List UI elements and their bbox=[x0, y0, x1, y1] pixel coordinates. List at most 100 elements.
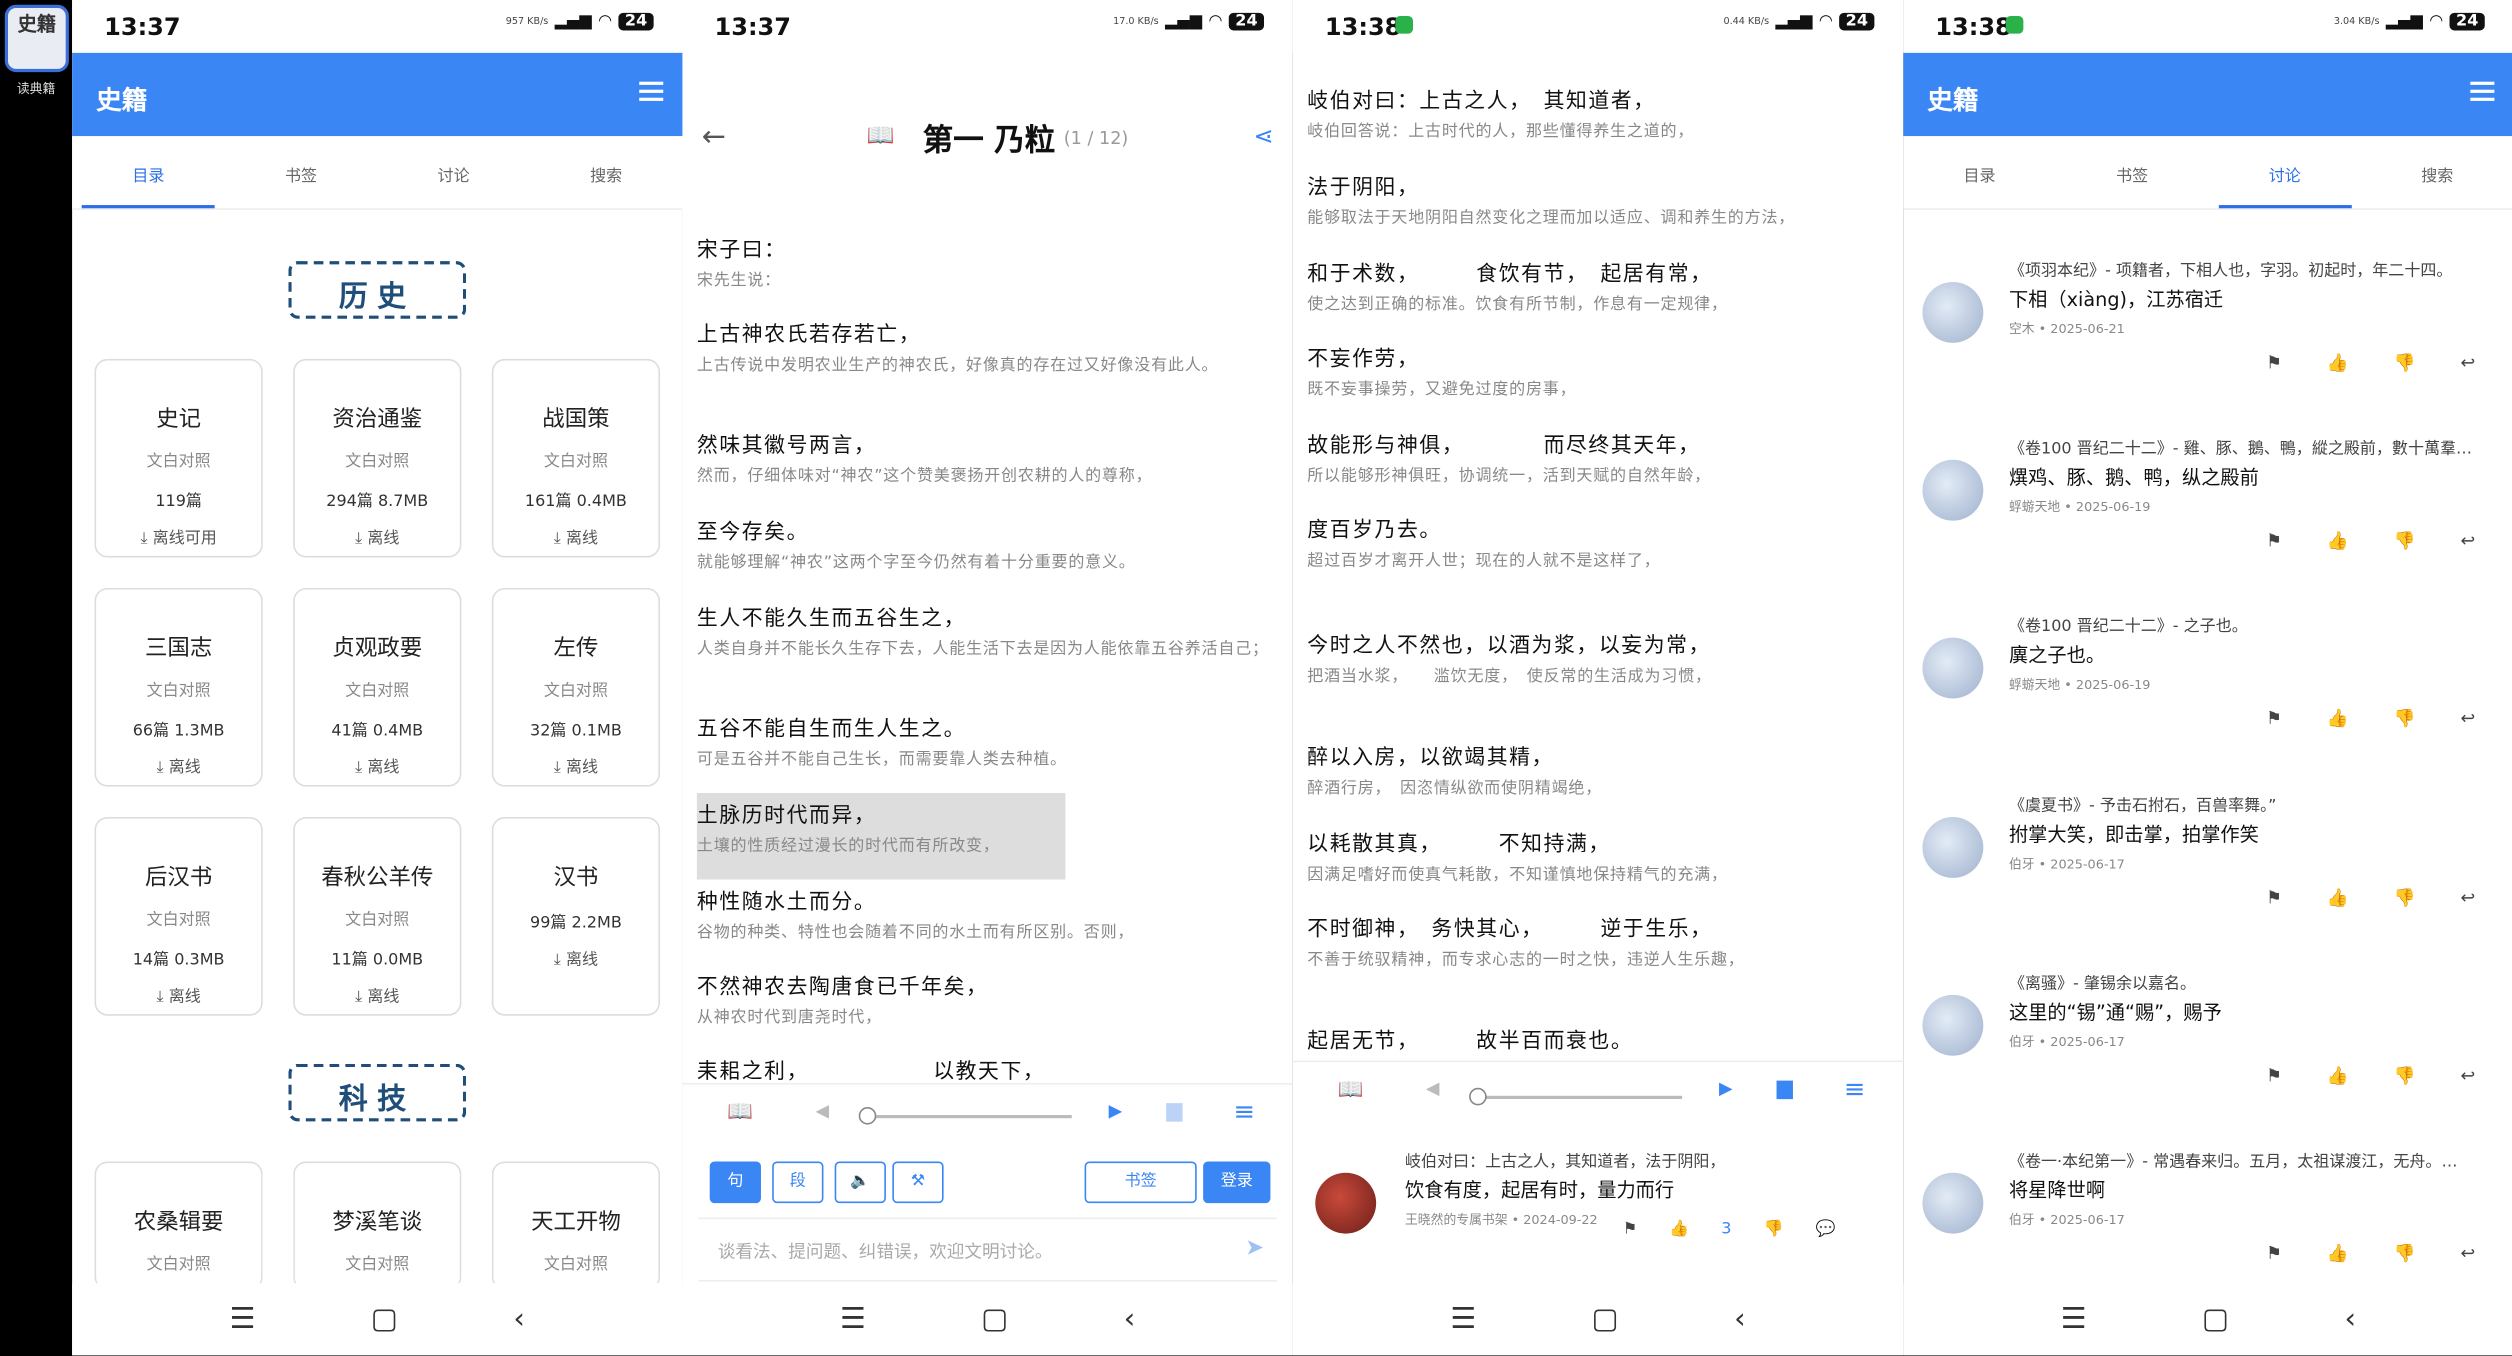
paragraph-button[interactable]: 段 bbox=[772, 1161, 824, 1204]
book-card[interactable]: 战国策 文白对照 161篇 0.4MB ⤓ 离线 bbox=[491, 358, 661, 558]
recents-icon[interactable]: ☰ bbox=[2061, 1302, 2087, 1336]
thumb-up-icon[interactable]: 👍 bbox=[2327, 1065, 2349, 1086]
original-text[interactable]: 法于阴阳， bbox=[1307, 170, 1893, 200]
book-card[interactable]: 资治通鉴 文白对照 294篇 8.7MB ⤓ 离线 bbox=[293, 358, 462, 558]
thumb-down-icon[interactable]: 👎 bbox=[2394, 530, 2416, 551]
book-card[interactable]: 春秋公羊传 文白对照 11篇 0.0MB ⤓ 离线 bbox=[293, 817, 462, 1016]
thumb-up-icon[interactable]: 👍 bbox=[2327, 1243, 2349, 1264]
thumb-up-icon[interactable]: 👍 bbox=[2327, 708, 2349, 729]
book-card[interactable]: 农桑辑要文白对照58篇 0.2MB bbox=[94, 1161, 263, 1290]
flag-icon[interactable]: ⚑ bbox=[2266, 352, 2282, 373]
original-text[interactable]: 然味其徽号两言， bbox=[697, 428, 1283, 458]
progress-slider[interactable] bbox=[866, 1115, 1072, 1119]
avatar[interactable] bbox=[1922, 281, 1984, 343]
reply-icon[interactable]: 💬 bbox=[1816, 1221, 1836, 1239]
reply-icon[interactable]: ↩ bbox=[2460, 1243, 2475, 1264]
flag-icon[interactable]: ⚑ bbox=[2266, 1243, 2282, 1264]
book-icon[interactable]: 📖 bbox=[727, 1101, 753, 1125]
original-text[interactable]: 今时之人不然也，以酒为浆，以妄为常， bbox=[1307, 628, 1893, 658]
slider-knob[interactable] bbox=[1469, 1087, 1487, 1106]
flag-icon[interactable]: ⚑ bbox=[1623, 1221, 1637, 1239]
prev-icon[interactable]: ◀ bbox=[815, 1101, 829, 1122]
offline-button[interactable]: ⤓ 离线 bbox=[295, 524, 460, 548]
avatar[interactable] bbox=[1922, 994, 1984, 1056]
offline-button[interactable]: ⤓ 离线 bbox=[493, 524, 658, 548]
book-icon[interactable]: 📖 bbox=[1338, 1078, 1364, 1102]
thumb-down-icon[interactable]: 👎 bbox=[2394, 1243, 2416, 1264]
home-icon[interactable]: ▢ bbox=[1592, 1302, 1619, 1336]
original-text[interactable]: 不时御神， 务快其心， 逆于生乐， bbox=[1307, 912, 1893, 942]
thumb-down-icon[interactable]: 👎 bbox=[2394, 352, 2416, 373]
original-text[interactable]: 和于术数， 食饮有节， 起居有常， bbox=[1307, 256, 1893, 287]
back-icon[interactable]: ‹ bbox=[513, 1302, 525, 1336]
login-button[interactable]: 登录 bbox=[1203, 1161, 1271, 1204]
original-text[interactable]: 宋子曰： bbox=[697, 232, 1283, 263]
recents-icon[interactable]: ☰ bbox=[840, 1302, 866, 1336]
recents-icon[interactable]: ☰ bbox=[230, 1302, 256, 1336]
flag-icon[interactable]: ⚑ bbox=[2266, 708, 2282, 729]
reply-icon[interactable]: ↩ bbox=[2460, 530, 2475, 551]
thumb-down-icon[interactable]: 👎 bbox=[2394, 708, 2416, 729]
comment-input[interactable]: 谈看法、提问题、纠错误，欢迎文明讨论。 bbox=[718, 1238, 1053, 1264]
original-text[interactable]: 不然神农去陶唐食已千年矣， bbox=[697, 969, 1283, 1000]
avatar[interactable] bbox=[1922, 1172, 1984, 1234]
thumb-down-icon[interactable]: 👎 bbox=[2394, 1065, 2416, 1086]
next-icon[interactable]: ▶ bbox=[1109, 1101, 1123, 1122]
tab-bookmarks[interactable]: 书签 bbox=[2056, 136, 2209, 208]
tab-catalog[interactable]: 目录 bbox=[1903, 136, 2056, 208]
offline-button[interactable]: ⤓ 离线 bbox=[295, 982, 460, 1006]
book-card[interactable]: 天工开物文白对照19篇 0.2MB bbox=[491, 1161, 661, 1290]
audio-button[interactable]: 🔈 bbox=[834, 1161, 886, 1204]
next-icon[interactable]: ▶ bbox=[1719, 1078, 1733, 1099]
offline-button[interactable]: ⤓ 离线 bbox=[96, 982, 261, 1006]
avatar[interactable] bbox=[1922, 637, 1984, 699]
offline-button[interactable]: ⤓ 离线 bbox=[295, 753, 460, 777]
original-text[interactable]: 岐伯对曰：上古之人， 其知道者， bbox=[1307, 83, 1893, 114]
original-text[interactable]: 生人不能久生而五谷生之， bbox=[697, 601, 1283, 631]
offline-button[interactable]: ⤓ 离线 bbox=[96, 753, 261, 777]
original-text[interactable]: 五谷不能自生而生人生之。 bbox=[697, 711, 1283, 742]
thumb-up-icon[interactable]: 👍 bbox=[1669, 1221, 1689, 1239]
prev-icon[interactable]: ◀ bbox=[1426, 1078, 1440, 1099]
flag-icon[interactable]: ⚑ bbox=[2266, 1065, 2282, 1086]
tab-search[interactable]: 搜索 bbox=[2361, 136, 2512, 208]
progress-slider[interactable] bbox=[1477, 1095, 1683, 1099]
tab-catalog[interactable]: 目录 bbox=[72, 136, 225, 209]
reply-icon[interactable]: ↩ bbox=[2460, 708, 2475, 729]
tab-bookmarks[interactable]: 书签 bbox=[225, 136, 378, 208]
book-card[interactable]: 史记 文白对照 119篇 ⤓ 离线可用 bbox=[94, 358, 263, 558]
list-icon[interactable]: ≡ bbox=[1844, 1073, 1865, 1103]
avatar[interactable] bbox=[1922, 817, 1984, 878]
home-icon[interactable]: ▢ bbox=[2202, 1302, 2229, 1336]
comment-box[interactable]: 谈看法、提问题、纠错误，欢迎文明讨论。 ➤ bbox=[698, 1217, 1277, 1282]
home-icon[interactable]: ▢ bbox=[371, 1302, 398, 1336]
offline-button[interactable]: ⤓ 离线 bbox=[493, 753, 658, 777]
menu-icon[interactable] bbox=[639, 81, 664, 101]
tab-search[interactable]: 搜索 bbox=[530, 136, 683, 208]
sentence-button[interactable]: 句 bbox=[709, 1161, 761, 1204]
thumb-up-icon[interactable]: 👍 bbox=[2327, 888, 2349, 909]
original-text[interactable]: 耒耜之利， 以教天下， bbox=[697, 1054, 1283, 1085]
reply-icon[interactable]: ↩ bbox=[2460, 1065, 2475, 1086]
hammer-button[interactable]: ⚒ bbox=[892, 1161, 944, 1204]
tab-discussion[interactable]: 讨论 bbox=[2208, 136, 2361, 209]
back-icon[interactable]: ‹ bbox=[1734, 1302, 1746, 1336]
thumb-up-icon[interactable]: 👍 bbox=[2327, 530, 2349, 551]
recents-icon[interactable]: ☰ bbox=[1450, 1302, 1476, 1336]
book-icon[interactable]: 📖 bbox=[867, 123, 895, 149]
original-text[interactable]: 醉以入房，以欲竭其精， bbox=[1307, 740, 1893, 771]
book-card[interactable]: 梦溪笔谈文白对照31篇 0.3MB bbox=[293, 1161, 462, 1290]
reply-icon[interactable]: ↩ bbox=[2460, 888, 2475, 909]
share-icon[interactable]: ⋖ bbox=[1253, 122, 1273, 151]
book-card[interactable]: 贞观政要 文白对照 41篇 0.4MB ⤓ 离线 bbox=[293, 587, 462, 787]
original-text[interactable]: 土脉历时代而异， bbox=[697, 798, 1283, 828]
send-icon[interactable]: ➤ bbox=[1245, 1235, 1264, 1261]
menu-icon[interactable] bbox=[2470, 81, 2495, 101]
original-text[interactable]: 以耗散其真， 不知持满， bbox=[1307, 827, 1893, 857]
book-card[interactable]: 后汉书 文白对照 14篇 0.3MB ⤓ 离线 bbox=[94, 817, 263, 1016]
book-card[interactable]: 三国志 文白对照 66篇 1.3MB ⤓ 离线 bbox=[94, 587, 263, 787]
book-card[interactable]: 左传 文白对照 32篇 0.1MB ⤓ 离线 bbox=[491, 587, 661, 787]
avatar[interactable] bbox=[1922, 459, 1984, 521]
app-icon[interactable]: 史籍 bbox=[4, 4, 69, 73]
back-icon[interactable]: ‹ bbox=[2345, 1302, 2357, 1336]
